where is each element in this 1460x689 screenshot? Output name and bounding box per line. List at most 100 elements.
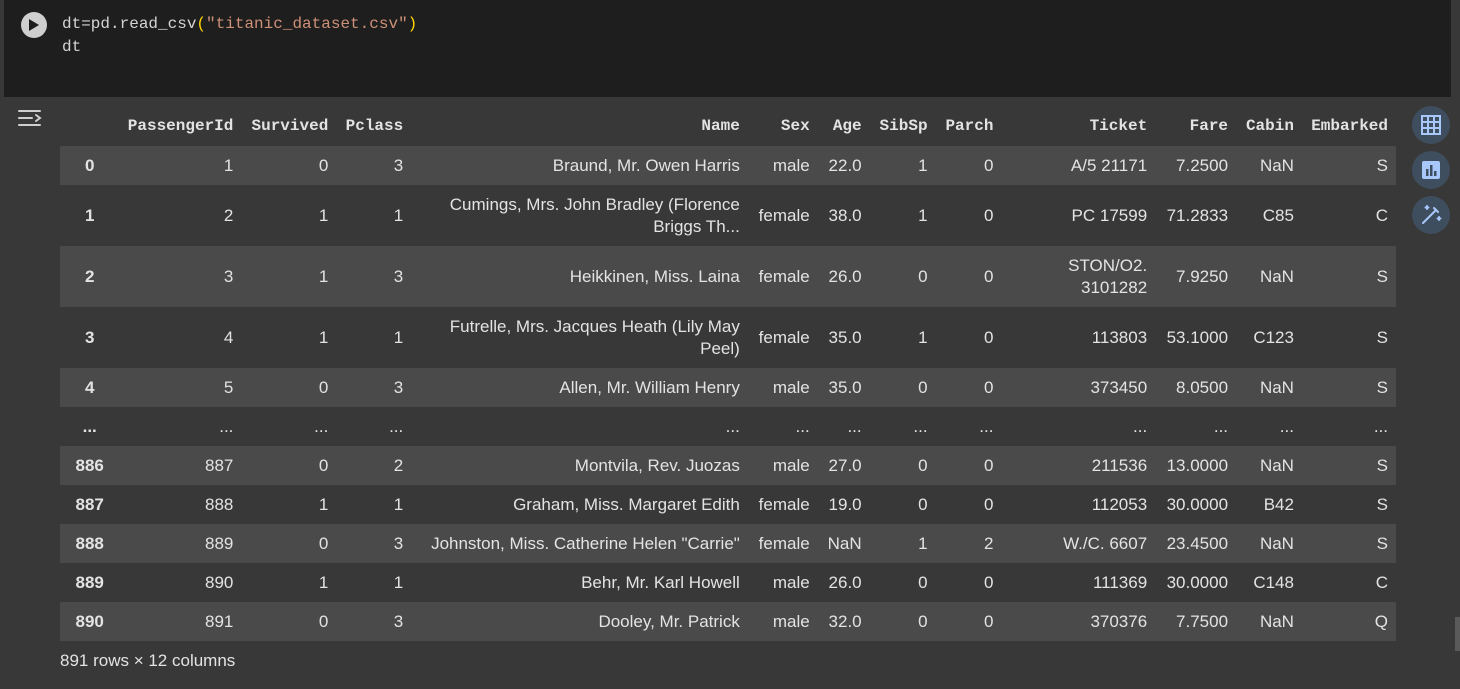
row-index: 1 xyxy=(84,205,95,225)
cell: male xyxy=(772,155,810,175)
cell: NaN xyxy=(1259,611,1294,631)
cell: female xyxy=(758,533,810,553)
cell: 3 xyxy=(223,266,234,286)
cell: Futrelle, Mrs. Jacques Heath (Lily May P… xyxy=(449,316,740,358)
cell: C85 xyxy=(1262,205,1294,225)
cell: S xyxy=(1376,266,1388,286)
row-index: 886 xyxy=(75,455,104,475)
cell: 3 xyxy=(393,155,404,175)
cell: Montvila, Rev. Juozas xyxy=(574,455,740,475)
code-line-2: dt xyxy=(62,38,82,56)
code-string-literal: "titanic_dataset.csv" xyxy=(206,15,408,33)
column-header: Parch xyxy=(935,106,1002,146)
table-row: 886 887 0 2 Montvila, Rev. Juozas male 2… xyxy=(60,446,1396,485)
cell: ... xyxy=(219,416,234,436)
cell: 0 xyxy=(318,611,329,631)
suggest-charts-button[interactable] xyxy=(1412,151,1450,189)
code-paren-close: ) xyxy=(407,15,418,33)
cell: ... xyxy=(389,416,404,436)
cell: 26.0 xyxy=(828,572,862,592)
cell: A/5 21171 xyxy=(1070,155,1148,175)
cell: 8.0500 xyxy=(1176,377,1229,397)
header-row: PassengerId Survived Pclass Name Sex Age… xyxy=(60,106,1396,146)
cell: 0 xyxy=(984,611,994,631)
column-header: Name xyxy=(411,106,748,146)
code-cell[interactable]: dt=pd.read_csv("titanic_dataset.csv") dt xyxy=(4,0,1451,97)
output-options-button[interactable] xyxy=(16,106,44,132)
cell: 53.1000 xyxy=(1166,327,1229,347)
cell: 7.2500 xyxy=(1176,155,1229,175)
cell: 113803 xyxy=(1091,327,1148,347)
cell: female xyxy=(758,494,810,514)
cell: 71.2833 xyxy=(1166,205,1229,225)
cell: 30.0000 xyxy=(1166,494,1229,514)
cell: 889 xyxy=(205,533,234,553)
code-editor[interactable]: dt=pd.read_csv("titanic_dataset.csv") dt xyxy=(62,13,417,59)
cell: 1 xyxy=(918,155,928,175)
cell: 1 xyxy=(918,327,928,347)
cell: 887 xyxy=(205,455,234,475)
cell: 35.0 xyxy=(828,377,862,397)
cell: male xyxy=(772,572,810,592)
cell: 370376 xyxy=(1090,611,1148,631)
code-paren-open: ( xyxy=(196,15,207,33)
cell: 1 xyxy=(393,327,404,347)
column-header: Embarked xyxy=(1301,106,1396,146)
cell: 1 xyxy=(318,266,329,286)
cell: Johnston, Miss. Catherine Helen "Carrie" xyxy=(431,533,740,553)
cell: male xyxy=(772,377,810,397)
output-options-icon xyxy=(18,110,42,126)
cell: 111369 xyxy=(1092,572,1148,592)
cell: ... xyxy=(913,416,928,436)
cell: 1 xyxy=(318,572,329,592)
row-index: 4 xyxy=(84,377,95,397)
cell: 0 xyxy=(984,455,994,475)
table-row: 3 4 1 1 Futrelle, Mrs. Jacques Heath (Li… xyxy=(60,307,1396,368)
table-row: 4 5 0 3 Allen, Mr. William Henry male 35… xyxy=(60,368,1396,407)
cell: 888 xyxy=(205,494,234,514)
bar-chart-icon xyxy=(1422,161,1440,179)
cell: ... xyxy=(847,416,862,436)
cell: 32.0 xyxy=(828,611,862,631)
cell: male xyxy=(772,455,810,475)
cell: 1 xyxy=(918,205,928,225)
row-index: 887 xyxy=(75,494,104,514)
index-header xyxy=(60,106,120,146)
column-header: Age xyxy=(817,106,870,146)
cell: W./C. 6607 xyxy=(1063,533,1148,553)
generate-code-button[interactable] xyxy=(1412,196,1450,234)
cell: ... xyxy=(1279,416,1294,436)
cell: NaN xyxy=(1259,266,1294,286)
cell: NaN xyxy=(1259,155,1294,175)
row-index: 889 xyxy=(75,572,104,592)
cell: 0 xyxy=(984,155,994,175)
cell: C123 xyxy=(1253,327,1294,347)
cell: 1 xyxy=(318,494,329,514)
cell: 1 xyxy=(393,494,404,514)
cell: 0 xyxy=(984,205,994,225)
cell: 26.0 xyxy=(828,266,862,286)
run-cell-button[interactable] xyxy=(21,12,47,38)
cell: 22.0 xyxy=(828,155,862,175)
cell: NaN xyxy=(1259,533,1294,553)
column-header: Survived xyxy=(241,106,337,146)
cell: S xyxy=(1376,377,1388,397)
cell: C xyxy=(1375,572,1388,592)
cell: 1 xyxy=(393,205,404,225)
convert-to-interactive-table-button[interactable] xyxy=(1412,106,1450,144)
column-header: Fare xyxy=(1155,106,1237,146)
play-icon xyxy=(29,19,39,31)
cell: C148 xyxy=(1253,572,1294,592)
cell: NaN xyxy=(1259,455,1294,475)
cell: 23.4500 xyxy=(1166,533,1229,553)
cell: ... xyxy=(1373,416,1388,436)
cell: 5 xyxy=(223,377,234,397)
cell: 0 xyxy=(984,572,994,592)
cell: 0 xyxy=(984,377,994,397)
cell: 373450 xyxy=(1090,377,1148,397)
cell: female xyxy=(758,266,810,286)
cell: PC 17599 xyxy=(1071,205,1148,225)
code-line-1-prefix: dt=pd.read_csv xyxy=(62,15,197,33)
cell: Graham, Miss. Margaret Edith xyxy=(513,494,740,514)
scrollbar-thumb[interactable] xyxy=(1455,617,1460,651)
